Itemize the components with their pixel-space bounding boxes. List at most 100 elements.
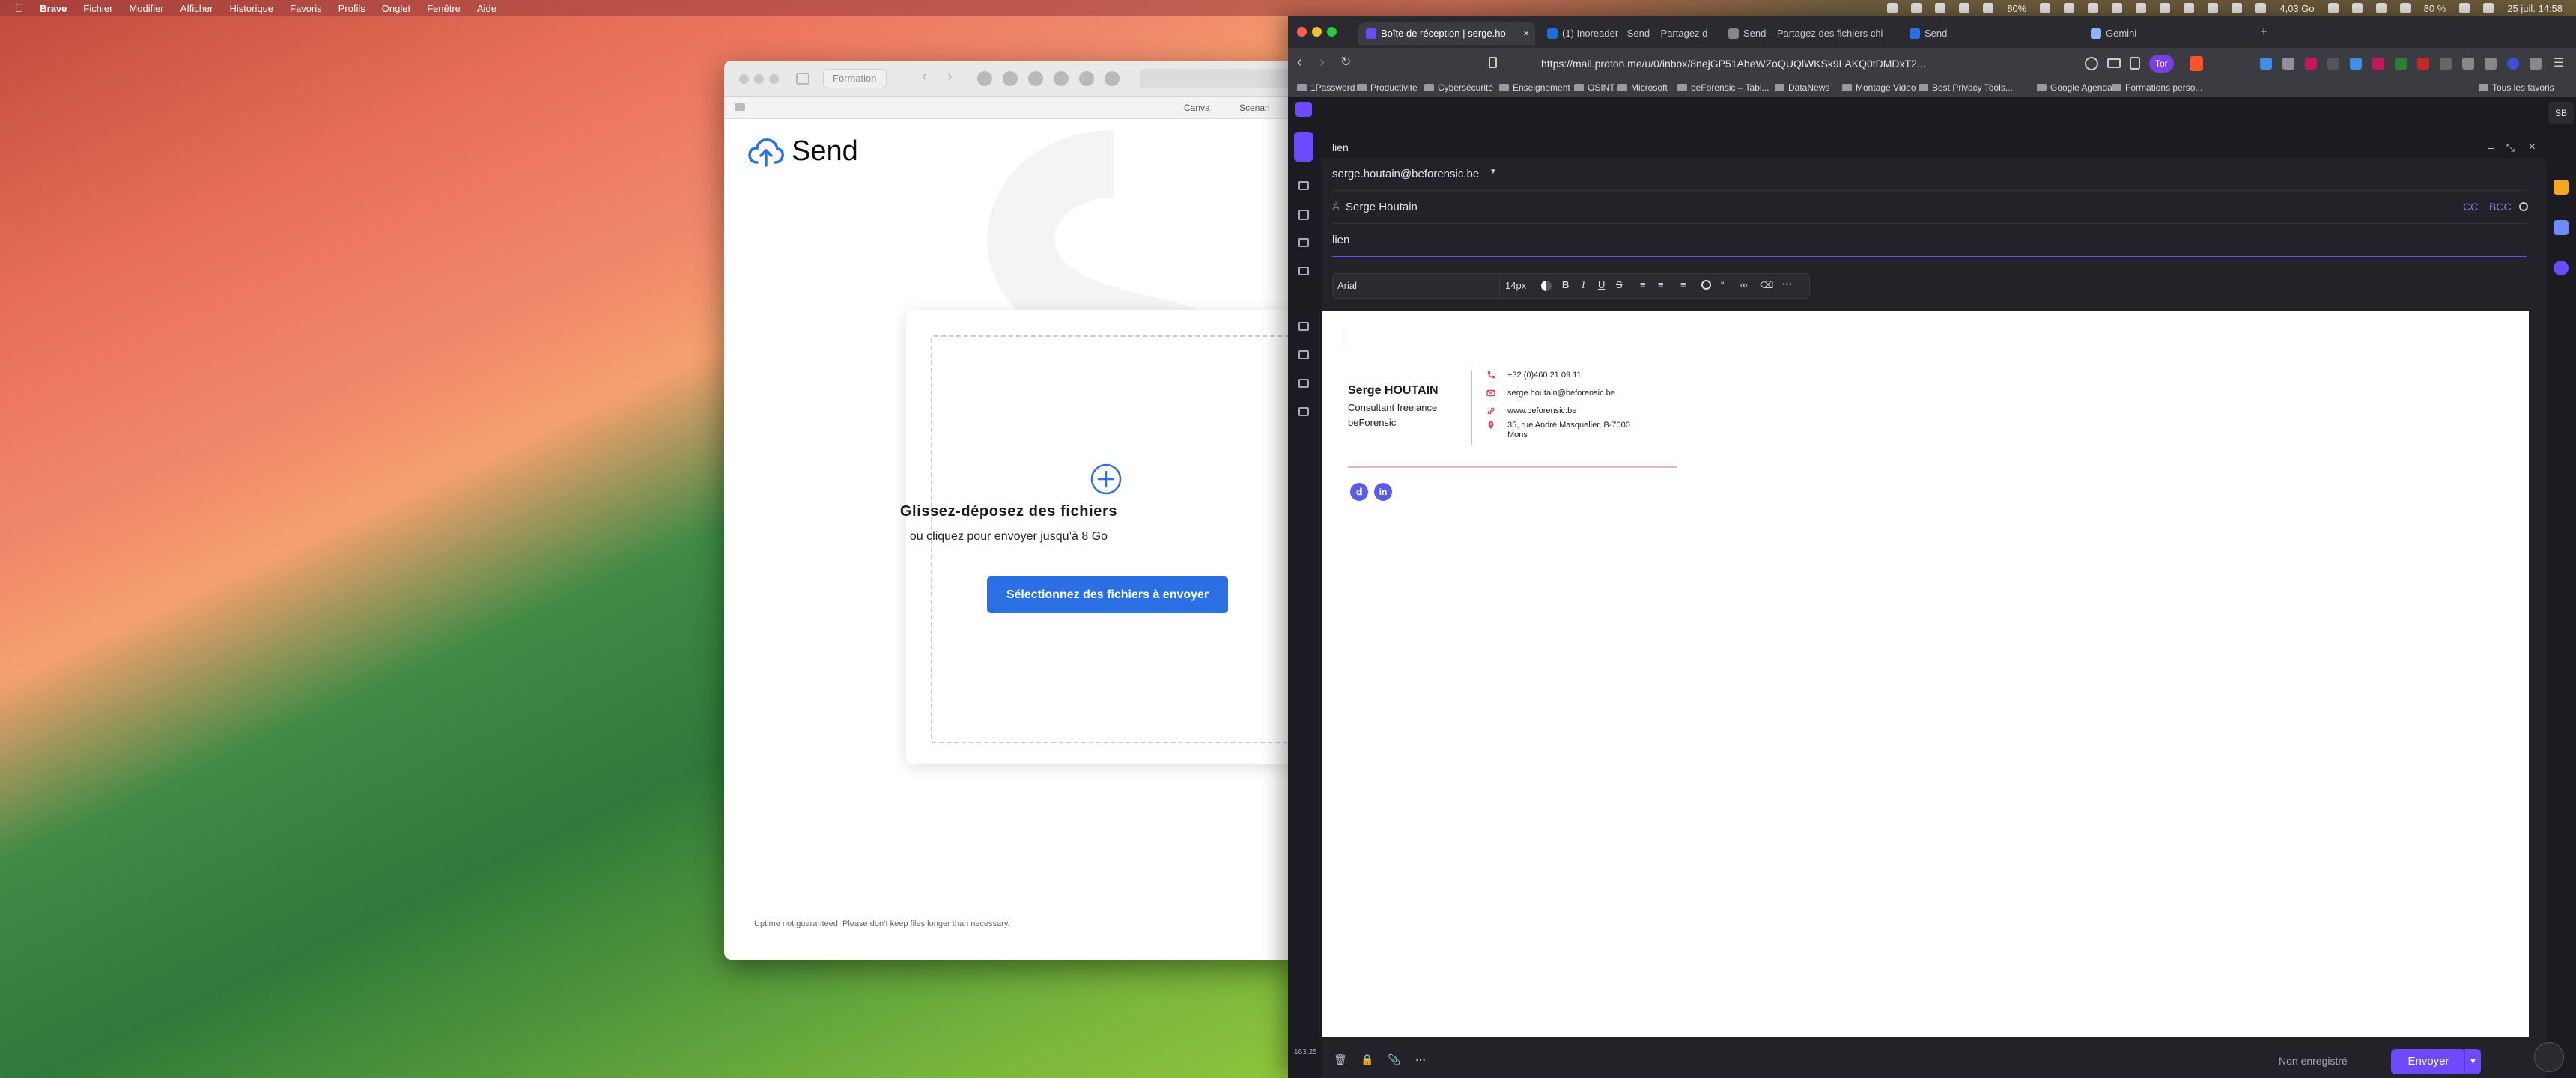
status-icon[interactable]: [2040, 3, 2051, 13]
back-icon[interactable]: ‹: [1297, 54, 1302, 71]
menu-item-aide[interactable]: Aide: [477, 3, 496, 14]
italic-icon[interactable]: I: [1582, 279, 1585, 291]
bookmark-scenari[interactable]: Scenari: [1239, 103, 1270, 113]
encrypt-icon[interactable]: 🔒: [1361, 1053, 1373, 1065]
to-recipient[interactable]: Serge Houtain: [1346, 201, 1418, 213]
bookmark-item[interactable]: Google Agenda: [2037, 82, 2112, 93]
menu-item-onglet[interactable]: Onglet: [382, 3, 410, 14]
status-icon[interactable]: [1959, 3, 1970, 13]
extension-icon[interactable]: [2372, 58, 2384, 70]
extension-icon[interactable]: [2282, 58, 2294, 70]
cc-button[interactable]: CC: [2463, 201, 2478, 213]
cast-icon[interactable]: [2107, 58, 2121, 68]
reader-icon[interactable]: [2085, 57, 2098, 70]
bcc-button[interactable]: BCC: [2489, 201, 2512, 213]
subject-text[interactable]: lien: [1332, 234, 1349, 246]
status-icon[interactable]: [1911, 3, 1922, 13]
signature-email[interactable]: serge.houtain@beforensic.be: [1507, 389, 1615, 398]
tab-send-share[interactable]: Send – Partagez des fichiers chi: [1721, 22, 1898, 45]
volume-level[interactable]: 80%: [2007, 3, 2026, 14]
brave-shields-icon[interactable]: [2190, 56, 2203, 71]
all-bookmarks[interactable]: Tous les favoris: [2479, 82, 2554, 93]
new-tab-button[interactable]: +: [2260, 24, 2268, 40]
chevron-down-icon[interactable]: ▼: [1489, 168, 1497, 176]
numbered-list-icon[interactable]: ≡: [1658, 279, 1664, 290]
forward-icon[interactable]: ›: [1319, 54, 1325, 71]
bookmark-item[interactable]: beForensic – Tabl...: [1677, 82, 1770, 93]
apple-icon[interactable]: : [15, 2, 23, 15]
minimize-window-button[interactable]: [754, 74, 764, 84]
minimize-window-button[interactable]: [1312, 27, 1322, 37]
trash-icon[interactable]: [1298, 379, 1309, 388]
status-icon[interactable]: [2064, 3, 2075, 13]
archive-icon[interactable]: [1298, 322, 1309, 331]
extension-icon[interactable]: [2440, 58, 2452, 70]
user-avatar[interactable]: SB: [2548, 102, 2574, 124]
status-icon[interactable]: [2088, 3, 2099, 13]
close-window-button[interactable]: [1297, 27, 1307, 37]
add-file-icon[interactable]: [1090, 463, 1122, 495]
more-options-icon[interactable]: ⋯: [1415, 1053, 1427, 1065]
search-icon[interactable]: [1887, 3, 1898, 13]
to-field[interactable]: À Serge Houtain CC BCC: [1332, 191, 2528, 224]
twitter-icon[interactable]: 𝕕: [1350, 483, 1368, 501]
clock[interactable]: 25 juil. 14:58: [2507, 3, 2563, 14]
close-tab-icon[interactable]: ×: [1523, 22, 1529, 45]
attachment-icon[interactable]: 📎: [1388, 1053, 1400, 1065]
bullet-list-icon[interactable]: ≡: [1640, 279, 1646, 290]
status-icon[interactable]: [2351, 3, 2363, 13]
add-contact-icon[interactable]: [2519, 202, 2528, 211]
send-options-chevron-icon[interactable]: ▼: [2464, 1049, 2481, 1074]
tab-gemini[interactable]: Gemini: [2083, 22, 2260, 45]
url-field[interactable]: https://mail.proton.me/u/0/inbox/8nejGP5…: [1541, 54, 1931, 73]
bookmark-folder[interactable]: Enseignement: [1499, 82, 1570, 93]
menu-app-name[interactable]: Brave: [40, 3, 67, 14]
menu-item-modifier[interactable]: Modifier: [129, 3, 163, 14]
status-icon[interactable]: [2232, 3, 2243, 13]
extension-icon[interactable]: [977, 71, 992, 86]
wifi-icon[interactable]: [2459, 3, 2470, 13]
tab-inoreader[interactable]: (1) Inoreader - Send – Partagez d: [1540, 22, 1716, 45]
extension-icon[interactable]: [2260, 58, 2272, 70]
menu-item-afficher[interactable]: Afficher: [180, 3, 213, 14]
status-icon[interactable]: [2327, 3, 2339, 13]
control-center-icon[interactable]: [2483, 3, 2494, 13]
signature-phone[interactable]: +32 (0)460 21 09 11: [1507, 371, 1582, 380]
menu-item-fichier[interactable]: Fichier: [83, 3, 112, 14]
extension-icon[interactable]: [2417, 58, 2429, 70]
extension-icon[interactable]: [1003, 71, 1018, 86]
bookmark-folder[interactable]: Montage Video: [1842, 82, 1916, 93]
vpn-icon[interactable]: [2554, 261, 2569, 275]
drafts-icon[interactable]: [1298, 210, 1309, 220]
status-icon[interactable]: [2112, 3, 2123, 13]
from-address[interactable]: serge.houtain@beforensic.be: [1332, 168, 1479, 180]
status-icon[interactable]: [2399, 3, 2411, 13]
bookmark-folder[interactable]: Formations perso...: [2112, 82, 2202, 93]
close-window-button[interactable]: [739, 74, 749, 84]
inbox-icon[interactable]: [1298, 181, 1309, 190]
extension-icon[interactable]: [1028, 71, 1043, 86]
menu-item-profils[interactable]: Profils: [338, 3, 365, 14]
downloads-icon[interactable]: [2462, 58, 2474, 70]
profile-icon[interactable]: [2507, 58, 2519, 70]
extension-icon[interactable]: [1079, 71, 1094, 86]
signature-website[interactable]: www.beforensic.be: [1507, 406, 1576, 415]
app-icon[interactable]: [2554, 180, 2569, 195]
new-message-button[interactable]: [1294, 132, 1313, 162]
emoji-icon[interactable]: [1701, 280, 1711, 290]
status-icon[interactable]: [1935, 3, 1946, 13]
zoom-window-button[interactable]: [769, 74, 779, 84]
memory-usage[interactable]: 4,03 Go: [2279, 3, 2314, 14]
status-icon[interactable]: [2160, 3, 2171, 13]
underline-icon[interactable]: U: [1598, 279, 1605, 290]
send-logo[interactable]: Send: [748, 135, 858, 168]
bookmark-item[interactable]: DataNews: [1775, 82, 1829, 93]
sidebar-icon[interactable]: [2485, 58, 2497, 70]
tab-proton-inbox[interactable]: Boîte de réception | serge.ho ×: [1358, 22, 1535, 45]
subject-field[interactable]: lien: [1332, 224, 2527, 257]
menu-item-favoris[interactable]: Favoris: [290, 3, 322, 14]
select-files-button[interactable]: Sélectionnez des fichiers à envoyer: [987, 576, 1228, 613]
all-mail-icon[interactable]: [1298, 407, 1309, 416]
browser-menu-icon[interactable]: ☰: [2554, 55, 2564, 70]
bookmark-item[interactable]: Best Privacy Tools...: [1919, 82, 2013, 93]
